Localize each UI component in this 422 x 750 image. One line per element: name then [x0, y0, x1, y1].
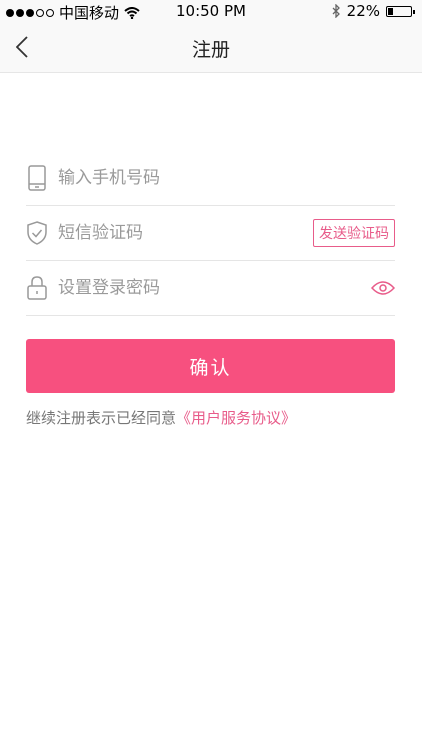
battery-fill: [388, 7, 393, 15]
send-code-button[interactable]: 发送验证码: [313, 219, 395, 247]
phone-icon: [26, 165, 48, 191]
status-bar: 中国移动 10:50 PM 22%: [0, 0, 422, 22]
phone-input[interactable]: [58, 168, 395, 188]
nav-bar: 注册: [0, 22, 422, 73]
page-title: 注册: [191, 39, 230, 61]
eye-icon[interactable]: [371, 280, 395, 296]
sms-code-input[interactable]: [58, 223, 313, 243]
shield-check-icon: [26, 220, 48, 246]
lock-icon: [26, 275, 48, 301]
password-input[interactable]: [58, 278, 371, 298]
confirm-button[interactable]: 确认: [26, 339, 395, 393]
agreement-text: 继续注册表示已经同意: [26, 409, 177, 427]
status-right: 22%: [331, 2, 415, 20]
phone-row: [26, 151, 395, 206]
battery-icon: [386, 5, 415, 17]
battery-percent: 22%: [346, 2, 380, 20]
bluetooth-icon: [332, 4, 340, 18]
battery-tip: [413, 9, 415, 14]
register-form: 发送验证码: [26, 151, 395, 316]
password-row: [26, 261, 395, 316]
sms-row: 发送验证码: [26, 206, 395, 261]
user-agreement-link[interactable]: 《用户服务协议》: [176, 409, 296, 427]
agreement-note: 继续注册表示已经同意《用户服务协议》: [26, 407, 296, 428]
